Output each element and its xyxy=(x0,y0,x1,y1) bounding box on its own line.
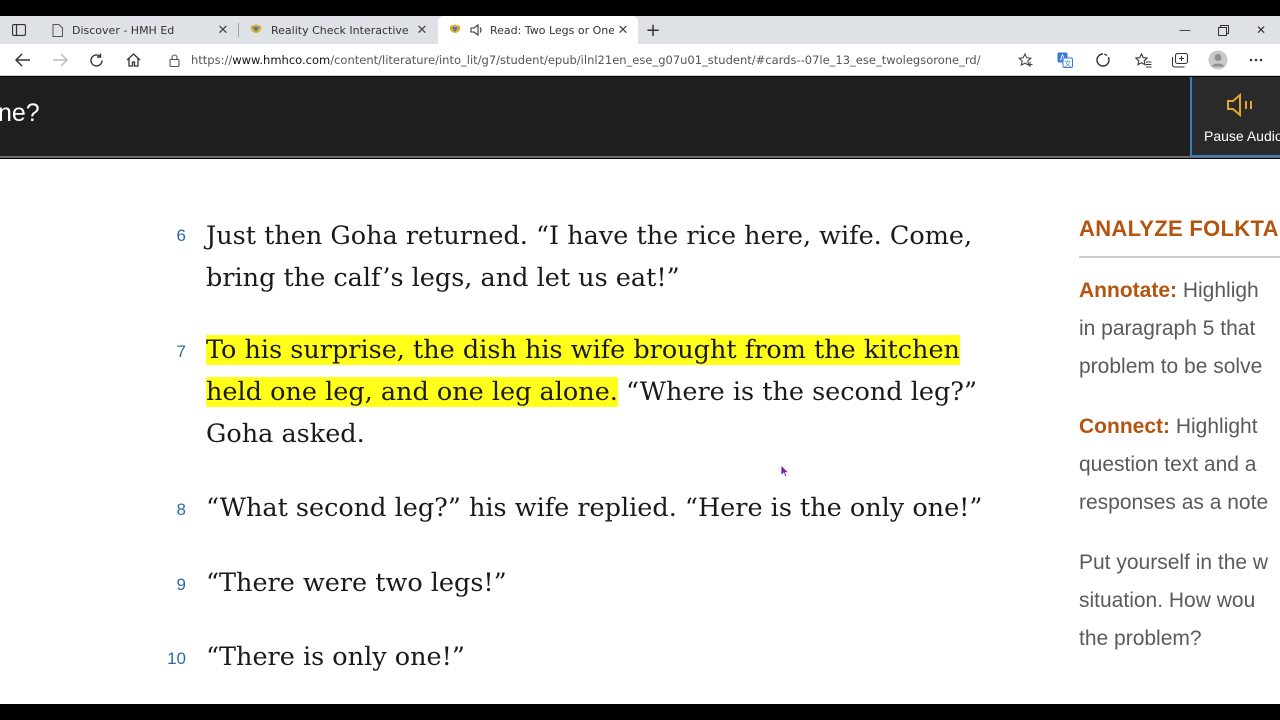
instruction-line: Highlight xyxy=(1170,415,1258,438)
pause-audio-label: Pause Audio xyxy=(1204,128,1280,144)
connect-instruction: Connect: Highlight question text and a r… xyxy=(1079,408,1280,522)
page-title: ne? xyxy=(0,99,40,127)
reading-content: 6 Just then Goha returned. “I have the r… xyxy=(0,159,1280,704)
speaker-icon[interactable] xyxy=(470,23,484,37)
mouse-cursor-icon xyxy=(780,464,790,478)
favorites-icon[interactable] xyxy=(1131,49,1155,71)
tab-title: Reality Check Interactive Unit Pla xyxy=(271,23,413,37)
instruction-line: problem to be solve xyxy=(1079,355,1263,378)
paragraph-text[interactable]: “What second leg?” his wife replied. “He… xyxy=(206,487,1006,529)
divider xyxy=(1079,256,1280,258)
browser-tab-strip: Discover - HMH Ed ✕ Reality Check Intera… xyxy=(0,16,1280,44)
profile-avatar-icon[interactable] xyxy=(1206,49,1230,71)
window-close-icon[interactable]: ✕ xyxy=(1242,16,1280,44)
minimize-icon[interactable]: — xyxy=(1166,16,1204,44)
translate-icon[interactable]: A文 xyxy=(1053,49,1077,71)
forward-arrow-icon[interactable] xyxy=(48,49,72,71)
back-arrow-icon[interactable] xyxy=(11,49,35,71)
screen-bottom-bar xyxy=(0,704,1280,720)
instruction-line: question text and a xyxy=(1079,453,1257,476)
page-icon xyxy=(50,23,64,37)
paragraph-number: 8 xyxy=(176,500,186,519)
tab-reality-check[interactable]: Reality Check Interactive Unit Pla ✕ xyxy=(239,16,437,44)
new-tab-icon[interactable]: + xyxy=(642,19,664,41)
collections-icon[interactable] xyxy=(1168,49,1192,71)
refresh-icon[interactable] xyxy=(84,49,108,71)
lock-icon[interactable] xyxy=(167,53,181,67)
paragraph-number: 6 xyxy=(176,226,186,245)
prompt-line: situation. How wou xyxy=(1079,589,1256,612)
home-icon[interactable] xyxy=(121,49,145,71)
browser-toolbar: https://www.hmhco.com/content/literature… xyxy=(0,44,1280,76)
more-menu-icon[interactable] xyxy=(1244,49,1268,71)
reader-header: ne? Pause Audio xyxy=(0,77,1280,158)
hmh-logo-icon xyxy=(448,23,462,37)
paragraph-number: 9 xyxy=(176,575,186,594)
prompt-line: the problem? xyxy=(1079,627,1202,650)
paragraph-number: 7 xyxy=(176,342,186,361)
connect-label: Connect: xyxy=(1079,415,1170,438)
address-bar[interactable]: https://www.hmhco.com/content/literature… xyxy=(157,47,1041,73)
restore-icon[interactable] xyxy=(1204,16,1242,44)
annotate-instruction: Annotate: Highligh in paragraph 5 that p… xyxy=(1079,272,1280,386)
tab-discover[interactable]: Discover - HMH Ed ✕ xyxy=(40,16,238,44)
instruction-line: responses as a note xyxy=(1079,491,1269,514)
svg-text:文: 文 xyxy=(1064,59,1071,68)
screen-top-bar xyxy=(0,0,1280,16)
speaker-icon xyxy=(1227,93,1252,117)
paragraph-text[interactable]: To his surprise, the dish his wife broug… xyxy=(206,329,1006,455)
prompt-line: Put yourself in the w xyxy=(1079,551,1269,574)
url-text[interactable]: https://www.hmhco.com/content/literature… xyxy=(191,53,981,67)
close-icon[interactable]: ✕ xyxy=(614,21,632,39)
tab-actions-icon[interactable] xyxy=(8,20,30,40)
annotate-label: Annotate: xyxy=(1079,279,1177,302)
paragraph-text[interactable]: “There were two legs!” xyxy=(206,562,1006,604)
paragraph-text[interactable]: Just then Goha returned. “I have the ric… xyxy=(206,215,1006,299)
paragraph-text[interactable]: “There is only one!” xyxy=(206,636,1006,678)
question-prompt: Put yourself in the w situation. How wou… xyxy=(1079,544,1280,658)
sidebar-heading: ANALYZE FOLKTAL xyxy=(1079,216,1280,241)
instruction-line: Highligh xyxy=(1177,279,1259,302)
hmh-logo-icon xyxy=(249,23,263,37)
tab-title: Read: Two Legs or One? - H xyxy=(490,23,614,37)
extensions-icon[interactable] xyxy=(1091,49,1115,71)
tab-read-two-legs[interactable]: Read: Two Legs or One? - H ✕ xyxy=(438,16,638,44)
close-icon[interactable]: ✕ xyxy=(214,21,232,39)
close-icon[interactable]: ✕ xyxy=(413,21,431,39)
pause-audio-button[interactable]: Pause Audio xyxy=(1190,77,1280,157)
paragraph-number: 10 xyxy=(167,649,186,668)
favorite-star-icon[interactable] xyxy=(1017,51,1035,69)
instruction-line: in paragraph 5 that xyxy=(1079,317,1256,340)
tab-title: Discover - HMH Ed xyxy=(72,23,175,37)
